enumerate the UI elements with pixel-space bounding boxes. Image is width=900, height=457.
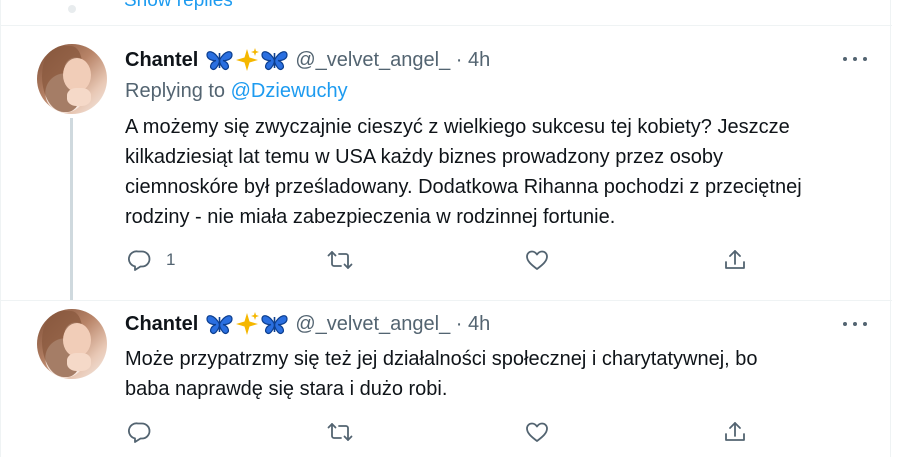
butterfly-icon (261, 312, 288, 336)
tweet-header: Chantel @_velvet_angel_ · 4h (125, 311, 490, 337)
tweet-header: Chantel @_velvet_angel_ · 4h (125, 47, 490, 73)
butterfly-icon (206, 312, 233, 336)
name-emojis (206, 47, 288, 73)
reply-count: 1 (166, 250, 176, 269)
mention-link[interactable]: @Dziewuchy (231, 80, 348, 102)
butterfly-icon (261, 48, 288, 72)
sparkles-icon (234, 311, 260, 337)
like-button[interactable] (525, 248, 563, 272)
display-name[interactable]: Chantel (125, 313, 198, 336)
handle-and-time[interactable]: @_velvet_angel_ · 4h (295, 49, 490, 72)
share-icon (723, 420, 747, 444)
share-button[interactable] (723, 248, 747, 272)
tweet-actions (128, 420, 868, 444)
reply-icon (128, 420, 152, 444)
retweet-button[interactable] (327, 420, 367, 444)
avatar[interactable] (37, 309, 107, 379)
replying-to: Replying to @Dziewuchy (125, 80, 348, 103)
replying-prefix: Replying to (125, 80, 231, 102)
reply-icon (128, 248, 152, 272)
more-options-icon[interactable] (843, 53, 867, 65)
share-button[interactable] (723, 420, 747, 444)
tweet-text-line: ciemnoskóre był prześladowany. Dodatkowa… (125, 176, 802, 198)
tweet-text: Może przypatrzmy się też jej działalnośc… (125, 344, 758, 404)
divider (1, 25, 892, 26)
handle-and-time[interactable]: @_velvet_angel_ · 4h (295, 313, 490, 336)
reply-button[interactable]: 1 (128, 248, 175, 272)
show-replies-link[interactable]: Show replies (124, 0, 233, 12)
heart-icon (525, 248, 549, 272)
retweet-button[interactable] (327, 248, 367, 272)
tweet-text: A możemy się zwyczajnie cieszyć z wielki… (125, 112, 802, 232)
tweet-text-line: rodziny - nie miała zabezpieczenia w rod… (125, 206, 616, 228)
tweet-text-line: baba naprawdę się stara i dużo robi. (125, 378, 448, 400)
tweet-text-line: A możemy się zwyczajnie cieszyć z wielki… (125, 116, 790, 138)
sparkles-icon (234, 47, 260, 73)
divider (1, 300, 892, 301)
name-emojis (206, 311, 288, 337)
avatar[interactable] (37, 44, 107, 114)
tweet-text-line: Może przypatrzmy się też jej działalnośc… (125, 348, 758, 370)
thread-connector-dot (68, 5, 76, 13)
thread-line (70, 118, 73, 300)
tweet-actions: 1 (128, 248, 868, 272)
more-options-icon[interactable] (843, 318, 867, 330)
like-button[interactable] (525, 420, 563, 444)
display-name[interactable]: Chantel (125, 49, 198, 72)
share-icon (723, 248, 747, 272)
heart-icon (525, 420, 549, 444)
reply-button[interactable] (128, 420, 166, 444)
timeline-column: Show replies Chantel @_velvet_angel_ · 4… (0, 0, 892, 457)
butterfly-icon (206, 48, 233, 72)
retweet-icon (327, 248, 353, 272)
tweet-text-line: kilkadziesiąt lat temu w USA każdy bizne… (125, 146, 724, 168)
retweet-icon (327, 420, 353, 444)
